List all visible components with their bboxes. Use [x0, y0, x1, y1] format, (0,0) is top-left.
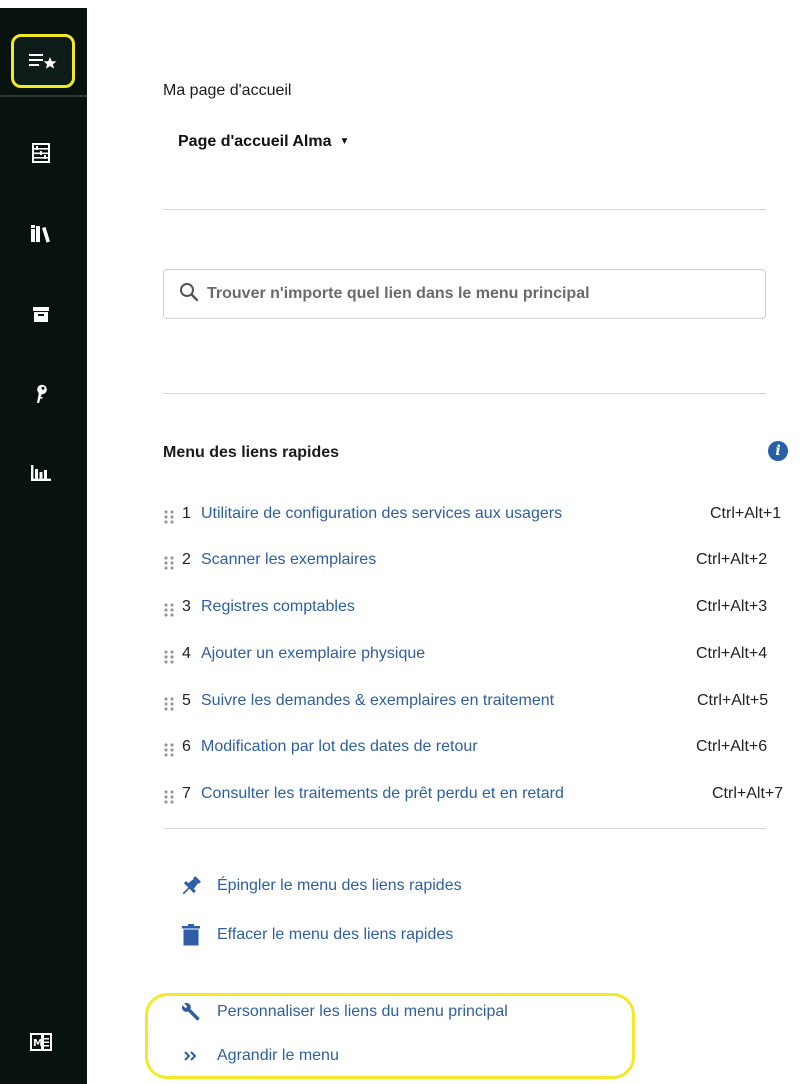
- drag-handle-icon[interactable]: [163, 602, 175, 623]
- quick-link-shortcut: Ctrl+Alt+3: [696, 598, 768, 615]
- pin-quick-links-button[interactable]: Épingler le menu des liens rapides: [179, 873, 462, 899]
- sidebar-item-acquisitions[interactable]: [10, 127, 72, 179]
- manual-icon: M: [30, 1033, 52, 1051]
- customize-main-menu-button[interactable]: Personnaliser les liens du menu principa…: [179, 999, 508, 1025]
- main-sidebar: M: [0, 0, 87, 1084]
- divider: [163, 828, 766, 829]
- quick-link-number: 7: [182, 785, 191, 802]
- starred-menu-icon: [28, 52, 58, 70]
- quick-link-number: 1: [182, 505, 191, 522]
- drag-handle-icon[interactable]: [163, 789, 175, 810]
- drag-handle-icon[interactable]: [163, 696, 175, 717]
- quick-link-shortcut: Ctrl+Alt+6: [696, 738, 768, 755]
- list-item: 5 Suivre les demandes & exemplaires en tr…: [163, 692, 803, 716]
- expand-menu-label: Agrandir le menu: [217, 1047, 339, 1064]
- customize-main-menu-label: Personnaliser les liens du menu principa…: [217, 1003, 508, 1020]
- list-item: 3 Registres comptables Ctrl+Alt+3: [163, 598, 803, 622]
- quick-links-title: Menu des liens rapides: [163, 444, 340, 461]
- quick-link[interactable]: Suivre les demandes & exemplaires en tra…: [201, 692, 554, 710]
- pin-quick-links-label: Épingler le menu des liens rapides: [217, 877, 462, 894]
- list-item: 6 Modification par lot des dates de retou…: [163, 738, 803, 762]
- library-icon: [30, 225, 52, 243]
- pin-icon: [179, 875, 203, 897]
- key-icon: [34, 384, 48, 404]
- quick-link[interactable]: Modification par lot des dates de retour: [201, 738, 478, 756]
- list-item: 1 Utilitaire de configuration des service…: [163, 505, 803, 529]
- quick-link[interactable]: Consulter les traitements de prêt perdu …: [201, 785, 564, 803]
- quick-link-number: 4: [182, 645, 191, 662]
- expand-menu-button[interactable]: Agrandir le menu: [179, 1043, 339, 1069]
- quick-link-shortcut: Ctrl+Alt+5: [697, 692, 769, 709]
- quick-link-shortcut: Ctrl+Alt+7: [712, 785, 784, 802]
- double-chevron-right-icon: [179, 1049, 203, 1063]
- sidebar-top-edge: [0, 0, 87, 8]
- caret-down-icon: ▼: [339, 136, 350, 148]
- sidebar-item-resources[interactable]: [10, 208, 72, 260]
- list-item: 2 Scanner les exemplaires Ctrl+Alt+2: [163, 551, 803, 575]
- clear-quick-links-label: Effacer le menu des liens rapides: [217, 926, 454, 943]
- home-section-title: Ma page d'accueil: [163, 82, 292, 99]
- drag-handle-icon[interactable]: [163, 509, 175, 530]
- quick-link[interactable]: Registres comptables: [201, 598, 355, 616]
- quick-link-number: 6: [182, 738, 191, 755]
- sidebar-item-analytics[interactable]: [10, 447, 72, 499]
- drag-handle-icon[interactable]: [163, 555, 175, 576]
- sidebar-divider: [0, 95, 87, 97]
- quick-link-shortcut: Ctrl+Alt+1: [710, 505, 782, 522]
- archive-icon: [33, 306, 49, 322]
- main-panel: Ma page d'accueil Page d'accueil Alma ▼ M…: [87, 0, 807, 1084]
- home-page-dropdown[interactable]: Page d'accueil Alma ▼: [178, 133, 349, 151]
- drag-handle-icon[interactable]: [163, 742, 175, 763]
- sidebar-item-starred-menu[interactable]: [11, 34, 75, 88]
- dropdown-value: Page d'accueil Alma: [178, 133, 332, 150]
- drag-handle-icon[interactable]: [163, 649, 175, 670]
- list-item: 4 Ajouter un exemplaire physique Ctrl+Alt+…: [163, 645, 803, 669]
- sidebar-item-fulfillment[interactable]: [10, 288, 72, 340]
- quick-link-shortcut: Ctrl+Alt+4: [696, 645, 768, 662]
- list-item: 7 Consulter les traitements de prêt perdu…: [163, 785, 803, 809]
- search-icon: [179, 282, 199, 307]
- sidebar-item-manual[interactable]: M: [10, 1016, 72, 1068]
- info-icon[interactable]: i: [768, 441, 788, 461]
- sidebar-item-admin[interactable]: [10, 368, 72, 420]
- divider: [163, 209, 766, 210]
- wrench-icon: [179, 1001, 203, 1023]
- quick-link-shortcut: Ctrl+Alt+2: [696, 551, 768, 568]
- trash-icon: [179, 924, 203, 946]
- abacus-icon: [32, 143, 50, 163]
- quick-link[interactable]: Utilitaire de configuration des services…: [201, 505, 562, 523]
- menu-search-box[interactable]: [163, 269, 766, 319]
- quick-link-number: 3: [182, 598, 191, 615]
- clear-quick-links-button[interactable]: Effacer le menu des liens rapides: [179, 922, 453, 948]
- divider: [163, 393, 766, 394]
- quick-link[interactable]: Ajouter un exemplaire physique: [201, 645, 425, 663]
- quick-link-number: 5: [182, 692, 191, 709]
- quick-link-number: 2: [182, 551, 191, 568]
- menu-search-input[interactable]: [205, 284, 749, 304]
- svg-text:M: M: [33, 1038, 43, 1049]
- bar-chart-icon: [31, 465, 51, 481]
- quick-link[interactable]: Scanner les exemplaires: [201, 551, 376, 569]
